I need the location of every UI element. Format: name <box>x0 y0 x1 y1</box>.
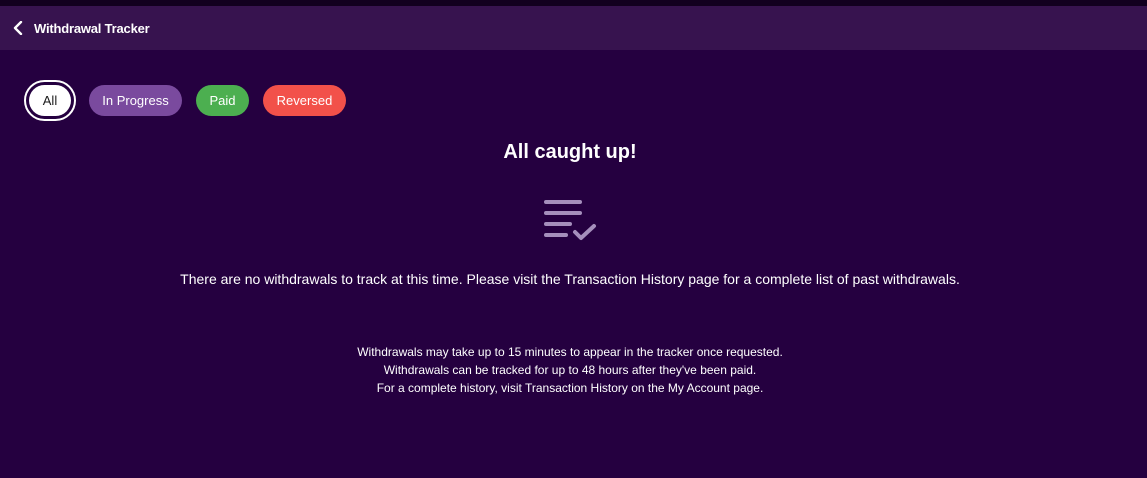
status-filter-group: All In Progress Paid Reversed <box>24 80 346 121</box>
note-line: Withdrawals may take up to 15 minutes to… <box>357 345 783 359</box>
note-line: Withdrawals can be tracked for up to 48 … <box>383 363 757 377</box>
filter-chip-reversed[interactable]: Reversed <box>263 85 346 116</box>
filter-chip-paid[interactable]: Paid <box>196 85 249 116</box>
empty-state-title: All caught up! <box>503 141 637 163</box>
page-title: Withdrawal Tracker <box>34 20 150 36</box>
filter-chip-all[interactable]: All <box>29 85 71 116</box>
list-check-icon <box>544 200 596 240</box>
filter-all-selected-ring: All <box>24 80 76 121</box>
chevron-left-icon <box>13 21 23 35</box>
note-line: For a complete history, visit Transactio… <box>376 381 764 395</box>
empty-state-message: There are no withdrawals to track at thi… <box>180 271 960 287</box>
tracker-notes: Withdrawals may take up to 15 minutes to… <box>0 343 1140 397</box>
header-bar: Withdrawal Tracker <box>0 6 1147 50</box>
filter-chip-in-progress[interactable]: In Progress <box>89 85 182 116</box>
back-button[interactable] <box>8 18 28 38</box>
